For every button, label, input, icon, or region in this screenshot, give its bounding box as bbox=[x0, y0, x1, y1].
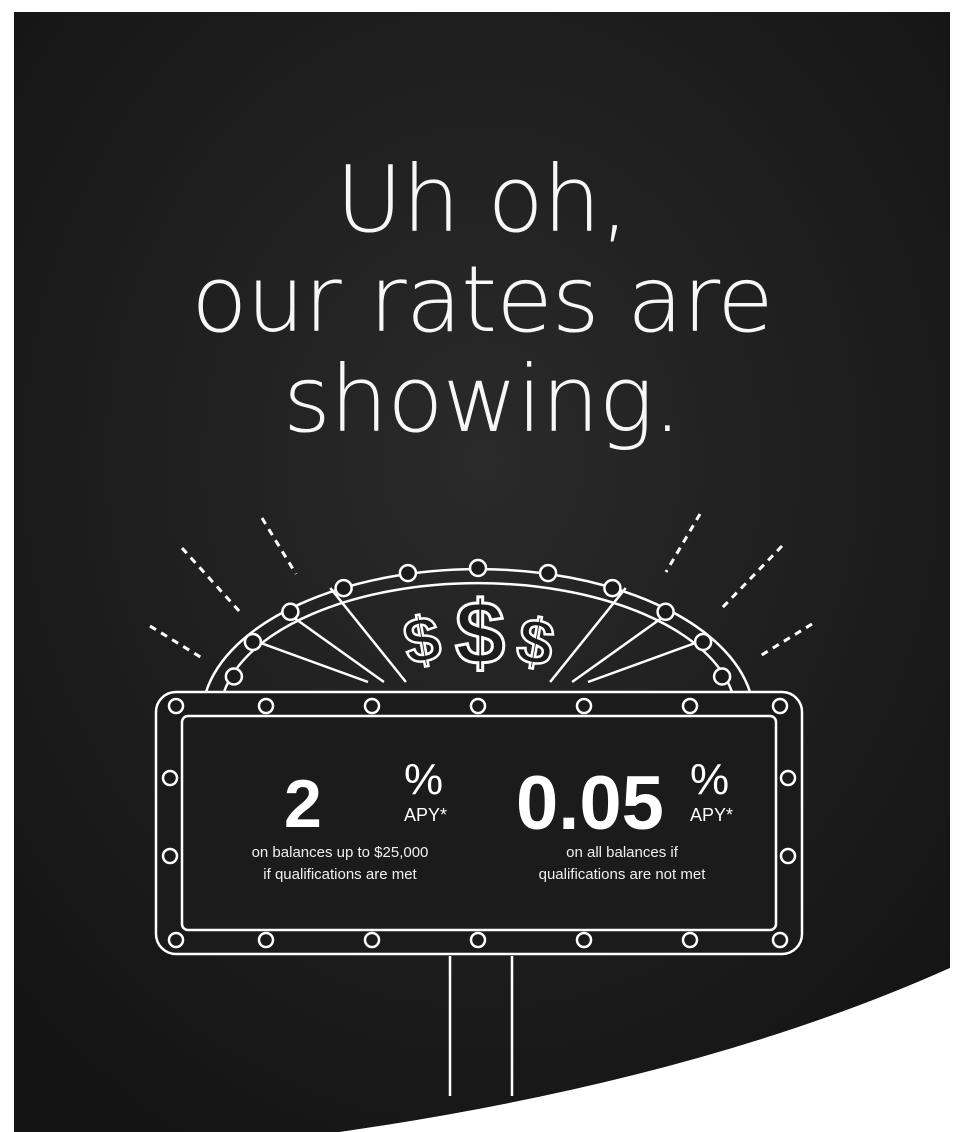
offer-1-note-line-2: if qualifications are met bbox=[263, 866, 417, 883]
sign-bulb bbox=[469, 931, 487, 949]
sign-bulb bbox=[681, 697, 699, 715]
sign-bulb bbox=[575, 697, 593, 715]
sign-bulb bbox=[363, 697, 381, 715]
offer-1-percent-sign: % bbox=[404, 755, 444, 804]
sign-bulb bbox=[779, 847, 797, 865]
sign-bulb bbox=[257, 697, 275, 715]
wheel-bulb bbox=[693, 632, 713, 652]
sign-bulb bbox=[161, 769, 179, 787]
sign-bulb bbox=[779, 769, 797, 787]
sign-bulb bbox=[167, 697, 185, 715]
wheel-bulb bbox=[603, 578, 622, 598]
sign-bulb bbox=[575, 931, 593, 949]
headline-line-2: our rates are bbox=[191, 246, 774, 353]
offer-2-note-line-1: on all balances if bbox=[566, 844, 678, 861]
sign-bulb bbox=[363, 931, 381, 949]
dollar-symbol-center: $ bbox=[455, 584, 505, 684]
wheel-bulb bbox=[538, 563, 558, 583]
sign-bulb bbox=[681, 931, 699, 949]
wheel-bulb bbox=[243, 632, 263, 652]
headline-line-3: showing. bbox=[282, 346, 682, 453]
sign-bulb bbox=[771, 931, 789, 949]
wheel-bulb bbox=[468, 558, 488, 578]
wheel-bulb bbox=[712, 667, 732, 686]
offer-2-note-line-2: qualifications are not met bbox=[538, 866, 706, 883]
wheel-bulb bbox=[281, 602, 300, 622]
offer-2-unit: APY* bbox=[690, 805, 734, 825]
offer-2-rate: 0.05 bbox=[516, 761, 664, 846]
sign-bulb bbox=[469, 697, 487, 715]
offer-1-unit: APY* bbox=[404, 805, 448, 825]
sign-bulb bbox=[771, 697, 789, 715]
sign-bulb bbox=[167, 931, 185, 949]
sign-bulb bbox=[161, 847, 179, 865]
offer-1-rate: 2 bbox=[284, 766, 322, 842]
offer-2-percent-sign: % bbox=[690, 755, 730, 804]
headline-line-1: Uh oh, bbox=[335, 146, 630, 253]
wheel-bulb bbox=[398, 563, 418, 583]
wheel-bulb bbox=[656, 602, 675, 622]
wheel-bulb bbox=[224, 667, 244, 686]
wheel-bulb bbox=[334, 578, 353, 598]
sign-bulb bbox=[257, 931, 275, 949]
offer-1-note-line-1: on balances up to $25,000 bbox=[251, 844, 429, 861]
